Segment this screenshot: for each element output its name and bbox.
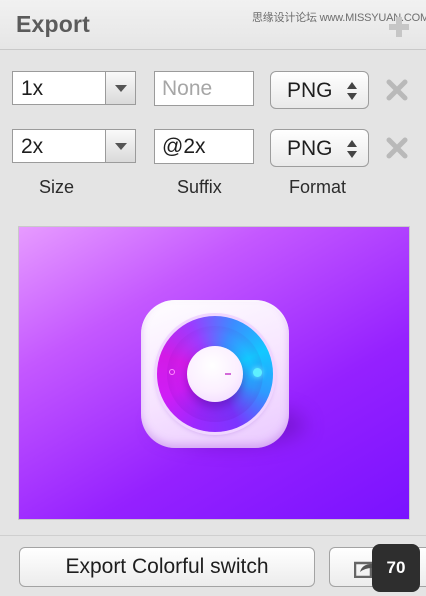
dial-knob (187, 346, 243, 402)
suffix-column-label: Suffix (177, 177, 222, 197)
scale-value: 1x (21, 77, 44, 100)
scale-select[interactable]: 1x (12, 71, 136, 105)
panel-title: Export (16, 11, 91, 37)
chevron-down-icon (115, 85, 127, 92)
scale-select[interactable]: 2x (12, 129, 136, 163)
format-value: PNG (287, 79, 333, 102)
colorful-switch-dial-icon (141, 300, 289, 448)
scale-dropdown-button[interactable] (105, 72, 135, 104)
chevron-down-icon (115, 143, 127, 150)
export-panel-header: Export 思缘设计论坛 www.MISSYUAN.COM (0, 0, 426, 50)
export-button[interactable]: Export Colorful switch (19, 547, 315, 587)
scale-value: 2x (21, 135, 44, 158)
size-column-label: Size (39, 177, 75, 197)
format-column-label: Format (289, 177, 347, 197)
off-indicator-dot (169, 369, 175, 375)
plus-icon[interactable] (388, 16, 410, 38)
suffix-input[interactable] (155, 130, 253, 163)
footer-divider (0, 535, 426, 536)
suffix-field[interactable] (154, 129, 254, 164)
export-row-2: 2x PNG (0, 129, 426, 169)
suffix-field[interactable] (154, 71, 254, 106)
close-x-icon[interactable] (386, 79, 408, 101)
up-down-arrows-icon (347, 140, 357, 158)
format-select[interactable]: PNG (270, 129, 369, 167)
count-badge: 70 (372, 544, 420, 592)
dial-ring (157, 316, 273, 432)
export-row-1: 1x PNG (0, 71, 426, 111)
on-indicator-dot (253, 368, 262, 377)
suffix-input[interactable] (155, 72, 253, 105)
close-x-icon[interactable] (386, 137, 408, 159)
format-value: PNG (287, 137, 333, 160)
scale-dropdown-button[interactable] (105, 130, 135, 162)
up-down-arrows-icon (347, 82, 357, 100)
knob-marker (225, 373, 231, 375)
export-preview (18, 226, 410, 520)
format-select[interactable]: PNG (270, 71, 369, 109)
